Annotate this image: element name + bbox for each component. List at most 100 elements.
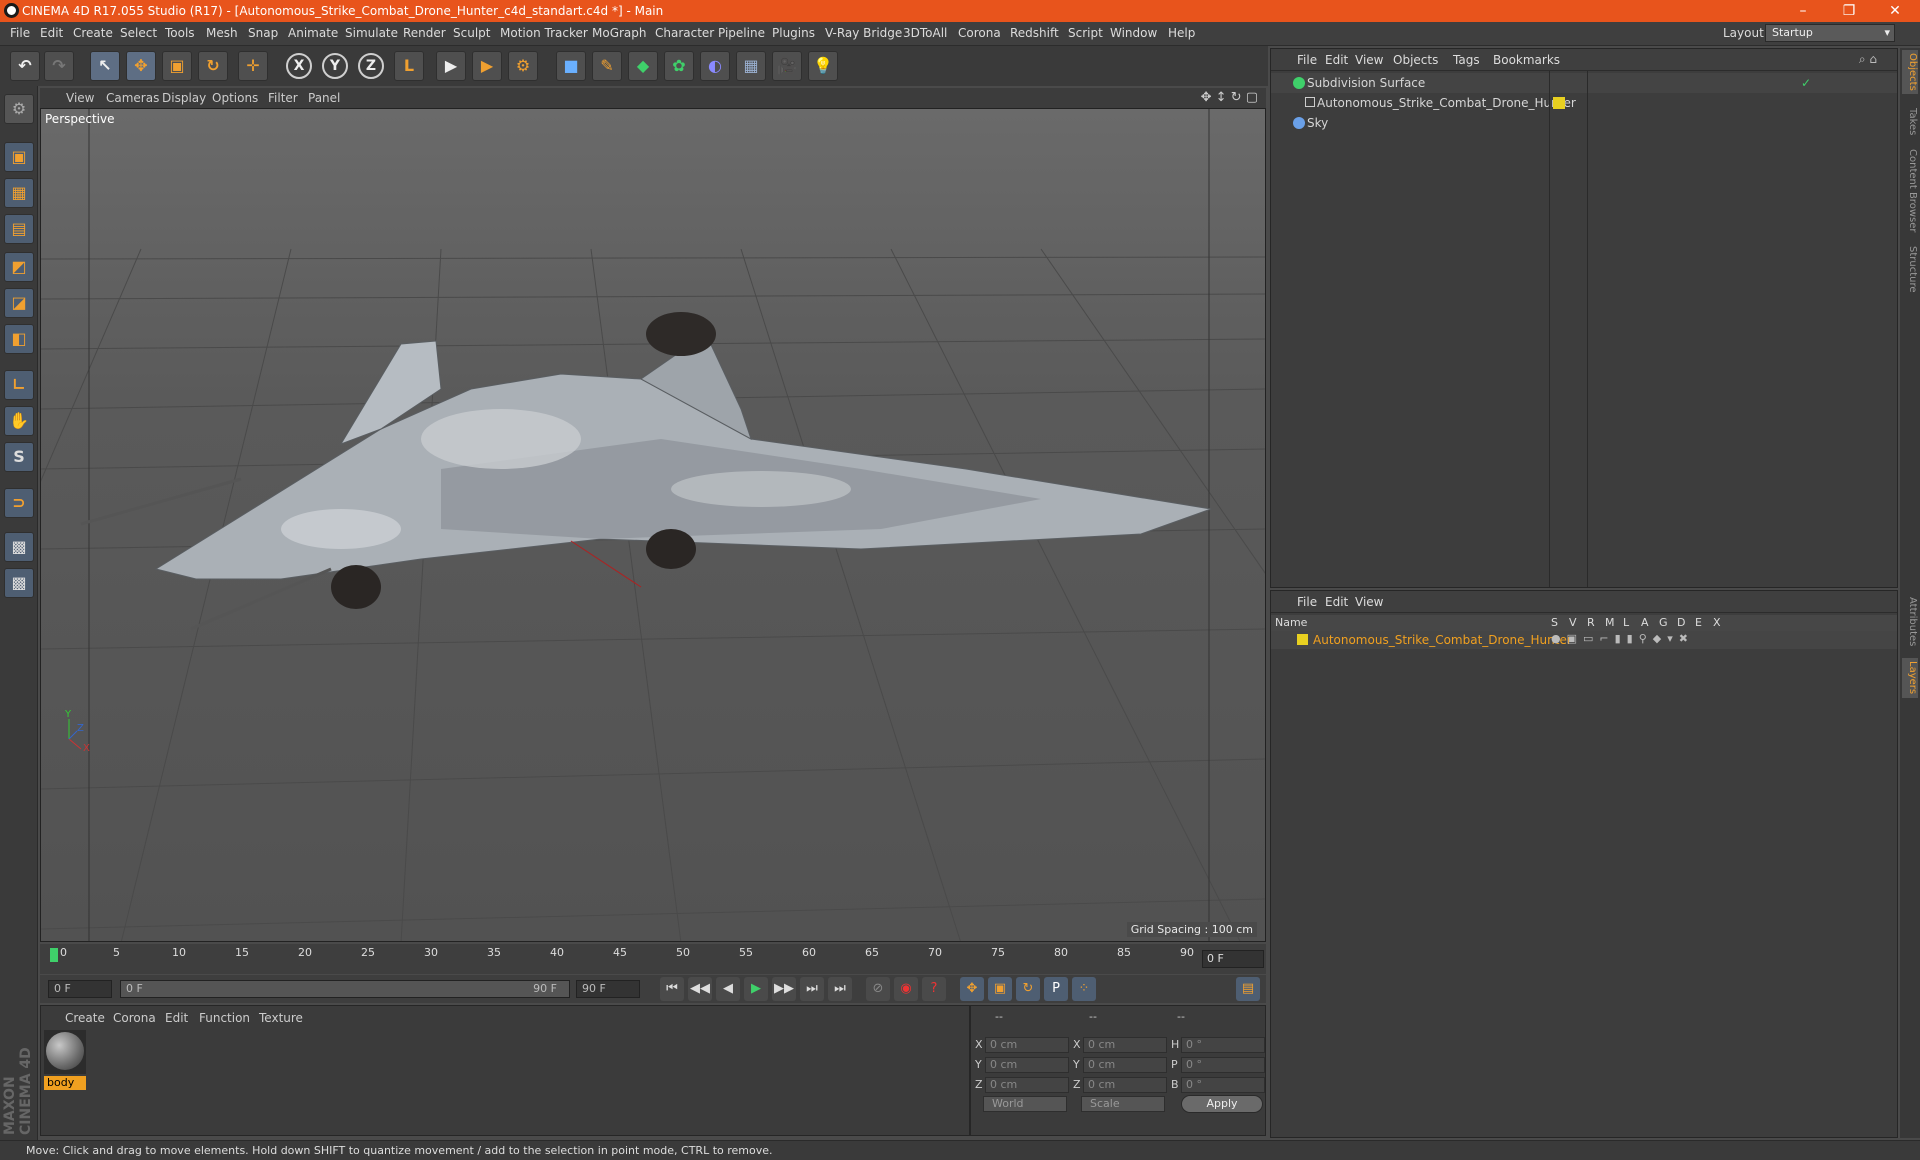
x-axis-toggle[interactable]: X (286, 53, 312, 79)
object-row-subdivision[interactable]: Subdivision Surface ✓ (1271, 73, 1897, 93)
next-key-button[interactable]: ⏭ (800, 977, 824, 1001)
grid-snap-icon[interactable]: ▩ (4, 568, 34, 598)
menu-tools[interactable]: Tools (165, 26, 195, 40)
scale-tool-button[interactable]: ▣ (162, 51, 192, 81)
y-axis-toggle[interactable]: Y (322, 53, 348, 79)
rotation-h-field[interactable]: 0 ° (1181, 1037, 1265, 1053)
mat-menu-corona[interactable]: Corona (113, 1011, 156, 1025)
restore-button[interactable]: ❐ (1826, 0, 1872, 22)
layer-color-swatch[interactable] (1297, 634, 1308, 645)
vp-menu-view[interactable]: View (66, 91, 94, 105)
menu-script[interactable]: Script (1068, 26, 1103, 40)
tab-layers[interactable]: Layers (1902, 658, 1918, 698)
axis-mode-icon[interactable]: ∟ (4, 370, 34, 400)
viewport-nav-icons[interactable]: ✥ ↕ ↻ ▢ (1201, 90, 1258, 105)
coord-mode-select[interactable]: Scale (1081, 1096, 1165, 1112)
menu-snap[interactable]: Snap (248, 26, 278, 40)
obj-menu-edit[interactable]: Edit (1325, 53, 1348, 67)
edges-mode-icon[interactable]: ◪ (4, 288, 34, 318)
key-move-icon[interactable]: ✥ (960, 977, 984, 1001)
menu-pipeline[interactable]: Pipeline (718, 26, 765, 40)
key-pla-icon[interactable]: ⁘ (1072, 977, 1096, 1001)
undo-button[interactable]: ↶ (10, 51, 40, 81)
menu-sculpt[interactable]: Sculpt (453, 26, 490, 40)
layer-col-l[interactable]: L (1623, 616, 1629, 629)
menu-redshift[interactable]: Redshift (1010, 26, 1059, 40)
cloner-button[interactable]: ✿ (664, 51, 694, 81)
mat-menu-edit[interactable]: Edit (165, 1011, 188, 1025)
obj-menu-tags[interactable]: Tags (1453, 53, 1480, 67)
menu-plugins[interactable]: Plugins (772, 26, 815, 40)
snap-icon[interactable]: S (4, 442, 34, 472)
key-rotate-icon[interactable]: ↻ (1016, 977, 1040, 1001)
start-frame-field[interactable]: 0 F (48, 980, 112, 998)
end-frame-field[interactable]: 90 F (576, 980, 640, 998)
vp-menu-filter[interactable]: Filter (268, 91, 298, 105)
autokey-icon[interactable]: ? (922, 977, 946, 1001)
pen-spline-button[interactable]: ✎ (592, 51, 622, 81)
camera-button[interactable]: 🎥 (772, 51, 802, 81)
position-y-field[interactable]: 0 cm (985, 1057, 1069, 1073)
menu-animate[interactable]: Animate (288, 26, 338, 40)
subdivision-surface-button[interactable]: ◆ (628, 51, 658, 81)
coordinate-system-button[interactable]: L (394, 51, 424, 81)
floor-button[interactable]: ▦ (736, 51, 766, 81)
tab-content-browser[interactable]: Content Browser (1902, 148, 1918, 234)
layer-col-r[interactable]: R (1587, 616, 1595, 629)
position-z-field[interactable]: 0 cm (985, 1077, 1069, 1093)
menu-mograph[interactable]: MoGraph (592, 26, 647, 40)
layer-row[interactable]: Autonomous_Strike_Combat_Drone_Hunter ●▣… (1271, 631, 1897, 649)
magnet-icon[interactable]: ⊃ (4, 488, 34, 518)
tab-attributes[interactable]: Attributes (1902, 592, 1918, 652)
cube-primitive-button[interactable]: ■ (556, 51, 586, 81)
model-mode-icon[interactable]: ▣ (4, 142, 34, 172)
playhead[interactable] (50, 948, 58, 962)
rotation-b-field[interactable]: 0 ° (1181, 1077, 1265, 1093)
layer-col-s[interactable]: S (1551, 616, 1558, 629)
menu-render[interactable]: Render (403, 26, 446, 40)
key-scale-icon[interactable]: ▣ (988, 977, 1012, 1001)
key-param-icon[interactable]: P (1044, 977, 1068, 1001)
current-frame-field[interactable]: 0 F (1202, 950, 1264, 968)
rotate-tool-button[interactable]: ↻ (198, 51, 228, 81)
deformer-button[interactable]: ◐ (700, 51, 730, 81)
mat-menu-texture[interactable]: Texture (259, 1011, 303, 1025)
obj-menu-objects[interactable]: Objects (1393, 53, 1438, 67)
tweak-mode-icon[interactable]: ✋ (4, 406, 34, 436)
keyframe-selection-icon[interactable]: ⊘ (866, 977, 890, 1001)
select-tool-button[interactable]: ↖ (90, 51, 120, 81)
timeline-window-icon[interactable]: ▤ (1236, 977, 1260, 1001)
timeline-ruler[interactable]: 0 5 10 15 20 25 30 35 40 45 50 55 60 65 … (40, 944, 1266, 974)
menu-edit[interactable]: Edit (40, 26, 63, 40)
menu-window[interactable]: Window (1110, 26, 1157, 40)
layer-menu-edit[interactable]: Edit (1325, 595, 1348, 609)
layer-color-swatch[interactable] (1553, 97, 1565, 109)
menu-file[interactable]: File (10, 26, 30, 40)
layer-toggle-icons[interactable]: ●▣▭⌐▮▮⚲◆▾✖ (1551, 632, 1694, 645)
render-view-button[interactable]: ▶ (436, 51, 466, 81)
points-mode-icon[interactable]: ◩ (4, 252, 34, 282)
layer-col-a[interactable]: A (1641, 616, 1649, 629)
menu-select[interactable]: Select (120, 26, 157, 40)
obj-menu-file[interactable]: File (1297, 53, 1317, 67)
record-active-icon[interactable]: ◉ (894, 977, 918, 1001)
go-to-end-button[interactable]: ⏭ (828, 977, 852, 1001)
redo-button[interactable]: ↷ (44, 51, 74, 81)
layer-col-x[interactable]: X (1713, 616, 1721, 629)
layer-menu-file[interactable]: File (1297, 595, 1317, 609)
menu-character[interactable]: Character (655, 26, 714, 40)
mat-menu-function[interactable]: Function (199, 1011, 250, 1025)
layer-col-v[interactable]: V (1569, 616, 1577, 629)
vp-menu-cameras[interactable]: Cameras (106, 91, 159, 105)
move-tool-button[interactable]: ✥ (126, 51, 156, 81)
layer-col-g[interactable]: G (1659, 616, 1668, 629)
play-button[interactable]: ▶ (744, 977, 768, 1001)
transform-tool-button[interactable]: ✛ (238, 51, 268, 81)
vp-menu-options[interactable]: Options (212, 91, 258, 105)
menu-3dtoall[interactable]: 3DToAll (903, 26, 947, 40)
menu-create[interactable]: Create (73, 26, 113, 40)
layer-menu-view[interactable]: View (1355, 595, 1383, 609)
check-icon[interactable]: ✓ (1801, 73, 1811, 93)
light-button[interactable]: 💡 (808, 51, 838, 81)
tab-structure[interactable]: Structure (1902, 242, 1918, 296)
